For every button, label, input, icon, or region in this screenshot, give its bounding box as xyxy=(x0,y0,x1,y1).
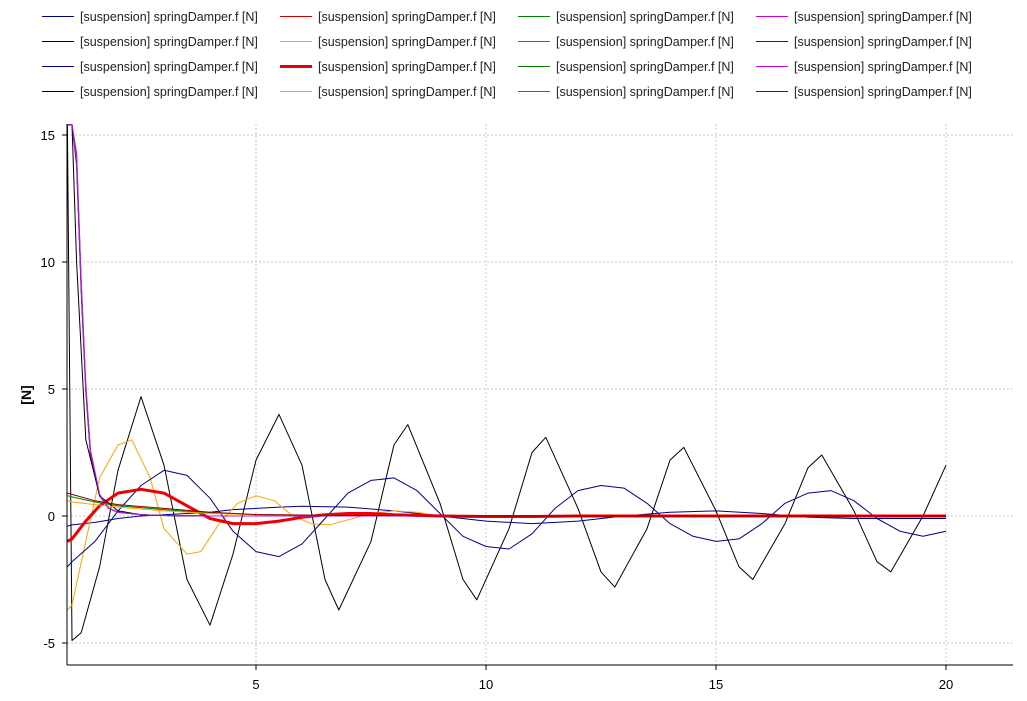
series-line-15 xyxy=(67,124,946,517)
y-tick-label: 15 xyxy=(41,128,55,143)
y-tick-label: 10 xyxy=(41,255,55,270)
x-tick-label: 10 xyxy=(479,677,493,692)
grid xyxy=(67,124,1013,665)
series-line-2 xyxy=(67,124,946,517)
series-line-3 xyxy=(67,124,946,517)
series-line-8 xyxy=(67,124,946,517)
series-line-13 xyxy=(67,124,946,517)
x-tick-label: 5 xyxy=(252,677,259,692)
series-line-6 xyxy=(67,439,946,611)
y-tick-label: -5 xyxy=(43,636,55,651)
x-tick-label: 20 xyxy=(939,677,953,692)
series-line-12 xyxy=(67,124,946,517)
series-line-4 xyxy=(67,124,946,517)
y-tick-label: 5 xyxy=(48,382,55,397)
y-axis-title: [N] xyxy=(18,385,34,404)
series-group xyxy=(67,124,947,641)
series-line-7 xyxy=(67,124,946,517)
y-tick-label: 0 xyxy=(48,509,55,524)
chart: [suspension] springDamper.f [N] [suspensi… xyxy=(0,0,1027,701)
x-tick-label: 15 xyxy=(709,677,723,692)
series-line-5 xyxy=(67,124,947,641)
plot-area: [N] 5 10 15 20 -5 0 5 10 15 xyxy=(18,124,1013,692)
